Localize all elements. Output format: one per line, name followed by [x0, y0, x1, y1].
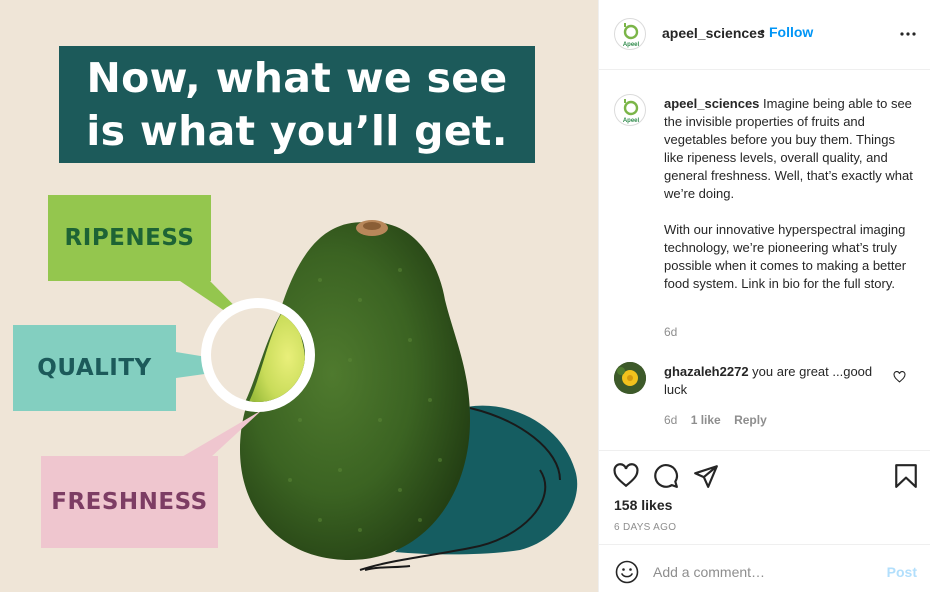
commenter-avatar[interactable]	[614, 362, 646, 394]
share-icon[interactable]	[693, 463, 719, 489]
heart-icon[interactable]	[613, 463, 639, 489]
post-date[interactable]: 6 DAYS AGO	[614, 522, 676, 533]
comment-input[interactable]	[653, 557, 873, 587]
post-caption: apeel_sciences Imagine being able to see…	[664, 95, 914, 311]
header-separator: •	[760, 23, 765, 39]
comment-meta: 6d 1 like Reply	[664, 413, 777, 427]
bookmark-icon[interactable]	[893, 463, 919, 489]
comment-likes[interactable]: 1 like	[691, 413, 721, 427]
headline-banner: Now, what we see is what you’ll get.	[59, 46, 535, 163]
headline-line-2: is what you’ll get.	[86, 107, 508, 155]
comment-username[interactable]: ghazaleh2272	[664, 364, 749, 379]
caption-avatar[interactable]: Apeel	[614, 94, 646, 126]
comment: ghazaleh2272 you are great ...good luck	[664, 363, 874, 399]
quality-tag: QUALITY	[13, 325, 176, 411]
caption-paragraph-2: With our innovative hyperspectral imagin…	[664, 222, 907, 291]
likes-count[interactable]: 158 likes	[614, 497, 672, 513]
apeel-logo-icon: Apeel	[623, 99, 640, 124]
add-comment-bar: Post	[599, 544, 930, 592]
comment-heart-icon[interactable]	[893, 371, 906, 383]
post-image[interactable]: Now, what we see is what you’ll get. RIP…	[0, 0, 598, 592]
comment-icon[interactable]	[653, 463, 679, 489]
svg-text:Apeel: Apeel	[623, 42, 640, 48]
headline-line-1: Now, what we see	[86, 54, 508, 102]
emoji-icon[interactable]	[615, 560, 639, 584]
caption-timestamp[interactable]: 6d	[664, 325, 677, 339]
freshness-tag: FRESHNESS	[41, 456, 218, 548]
more-options-icon[interactable]	[899, 26, 917, 42]
header-username[interactable]: apeel_sciences	[662, 25, 765, 41]
caption-username[interactable]: apeel_sciences	[664, 96, 759, 111]
apeel-logo-icon[interactable]: Apeel	[614, 18, 646, 50]
ripeness-tag: RIPENESS	[48, 195, 211, 281]
post-actions: 158 likes 6 DAYS AGO	[599, 450, 930, 544]
comment-timestamp[interactable]: 6d	[664, 413, 677, 427]
post-header: Apeel apeel_sciences • Follow	[599, 0, 930, 70]
post-sidebar: Apeel apeel_sciences • Follow Apeel apee…	[598, 0, 930, 592]
caption-paragraph-1: Imagine being able to see the invisible …	[664, 96, 913, 201]
svg-text:Apeel: Apeel	[623, 118, 640, 124]
reply-button[interactable]: Reply	[734, 413, 767, 427]
post-comment-button[interactable]: Post	[887, 564, 917, 580]
follow-button[interactable]: Follow	[769, 24, 813, 40]
